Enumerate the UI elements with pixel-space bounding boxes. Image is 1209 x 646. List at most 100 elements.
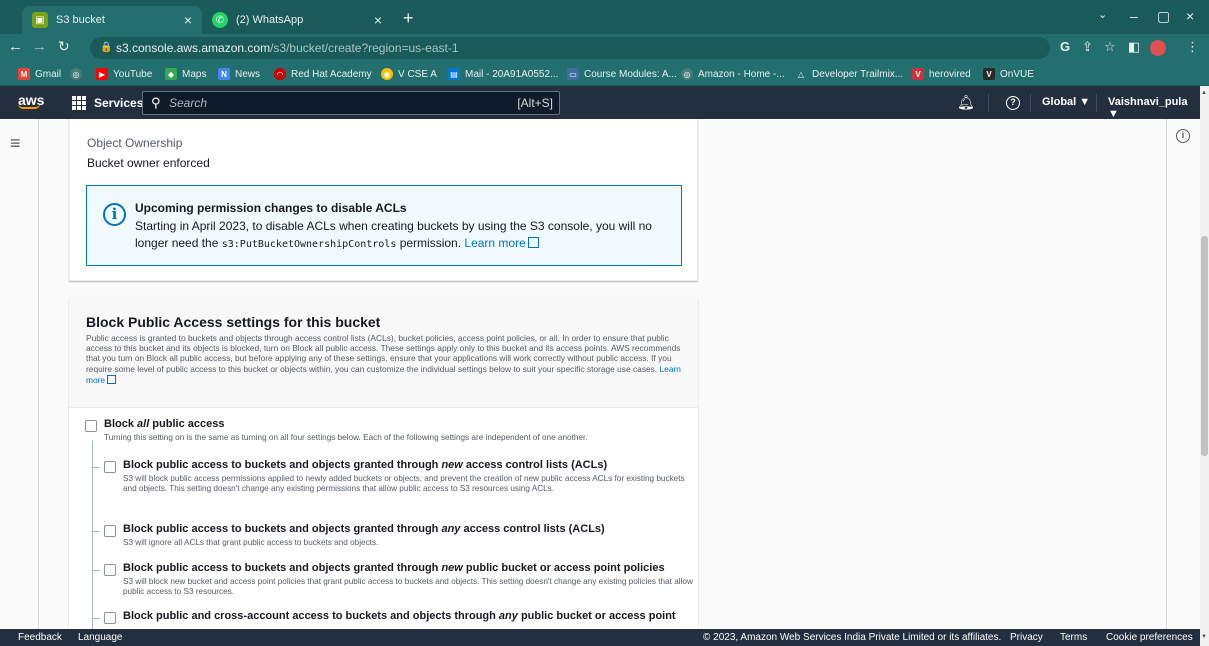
bookmark-gmail[interactable]: M Gmail [18,62,61,86]
s3-favicon: ▣ [32,12,48,28]
tree-branch [92,467,100,468]
tab-s3-bucket[interactable]: ▣ S3 bucket × [22,6,202,34]
services-menu-button[interactable]: Services [72,86,143,119]
block-new-acls-description: S3 will block public access permissions … [123,474,685,493]
bookmark-globe[interactable]: ◎ [70,62,87,86]
restore-icon[interactable]: ▢ [1157,8,1170,25]
learn-more-link[interactable]: Learn more [464,236,525,250]
back-icon[interactable]: ← [8,38,23,55]
globe-icon: ◎ [70,68,82,80]
bookmark-maps[interactable]: ◆ Maps [165,62,206,86]
whatsapp-favicon: ✆ [212,12,228,28]
block-all-description: Turning this setting on is the same as t… [104,433,588,442]
scrollbar-thumb[interactable] [1201,236,1208,456]
tree-branch [92,618,100,619]
block-any-policies-label[interactable]: Block public and cross-account access to… [123,610,676,622]
account-menu[interactable]: Vaishnavi_pula ▼ [1108,96,1200,120]
terms-link[interactable]: Terms [1060,632,1087,643]
profile-avatar[interactable] [1150,40,1166,56]
aws-logo[interactable]: aws [18,92,44,109]
block-any-policies-checkbox[interactable] [104,612,116,624]
browser-tabstrip: ▣ S3 bucket × ✆ (2) WhatsApp × + ⌄ – ▢ × [0,0,1209,34]
close-tab-icon[interactable]: × [184,12,192,28]
herovired-icon: V [912,68,924,80]
block-any-acls-label[interactable]: Block public access to buckets and objec… [123,523,605,535]
bookmark-trailmix[interactable]: △ Developer Trailmix... [795,62,903,86]
minimize-icon[interactable]: – [1130,8,1138,24]
console-footer: Feedback Language © 2023, Amazon Web Ser… [0,629,1200,646]
lock-icon: 🔒 [100,42,113,53]
block-all-label[interactable]: Block all public access [104,418,224,430]
notifications-bell-icon[interactable]: 🔔︎ [957,94,975,111]
google-icon[interactable]: G [1060,39,1070,54]
block-all-checkbox[interactable] [85,420,97,432]
bookmark-course[interactable]: ▭ Course Modules: A... [567,62,677,86]
outlook-icon: ▤ [448,68,460,80]
bookmark-mail[interactable]: ▤ Mail - 20A91A0552... [448,62,558,86]
header-divider [1030,94,1031,112]
search-icon: ⚲ [151,95,161,110]
forward-icon[interactable]: → [32,38,47,55]
info-panel-icon[interactable]: i [1176,129,1190,143]
block-any-acls-description: S3 will ignore all ACLs that grant publi… [123,538,379,547]
tree-branch [92,531,100,532]
search-shortcut: [Alt+S] [517,96,553,110]
aws-search-input[interactable]: ⚲ Search [Alt+S] [142,91,560,115]
tree-connector [92,441,93,629]
trailhead-icon: △ [795,68,807,80]
block-new-policies-checkbox[interactable] [104,564,116,576]
share-icon[interactable]: ⇪ [1082,39,1093,55]
acl-info-alert: i Upcoming permission changes to disable… [86,185,682,266]
cookie-preferences-link[interactable]: Cookie preferences [1106,632,1193,643]
reload-icon[interactable]: ↻ [58,38,70,55]
bookmark-onvue[interactable]: V OnVUE [983,62,1034,86]
block-public-access-title: Block Public Access settings for this bu… [86,314,381,330]
region-selector[interactable]: Global ▼ [1042,96,1090,108]
address-bar[interactable]: 🔒 s3.console.aws.amazon.com/s3/bucket/cr… [90,37,1050,59]
block-new-acls-label[interactable]: Block public access to buckets and objec… [123,459,607,471]
close-window-icon[interactable]: × [1186,8,1194,24]
object-ownership-value: Bucket owner enforced [87,156,210,170]
bookmark-redhat[interactable]: ◠ Red Hat Academy [274,62,372,86]
bookmark-youtube[interactable]: ▶ YouTube [96,62,152,86]
new-tab-icon[interactable]: + [403,8,414,29]
tab-title: S3 bucket [56,14,105,26]
search-placeholder: Search [169,96,208,110]
maps-icon: ◆ [165,68,177,80]
scroll-down-icon[interactable]: ▼ [1201,634,1207,640]
tab-title: (2) WhatsApp [236,14,304,26]
scroll-up-icon[interactable]: ▲ [1201,90,1207,96]
block-new-policies-label[interactable]: Block public access to buckets and objec… [123,562,665,574]
course-icon: ▭ [567,68,579,80]
bookmark-amazon[interactable]: ◎ Amazon - Home -... [681,62,785,86]
globe-icon: ◎ [681,68,693,80]
copyright-text: © 2023, Amazon Web Services India Privat… [703,632,1002,643]
youtube-icon: ▶ [96,68,108,80]
bookmark-star-icon[interactable]: ☆ [1104,39,1116,55]
tab-search-icon[interactable]: ⌄ [1098,8,1107,21]
feedback-link[interactable]: Feedback [18,632,62,643]
block-new-acls-checkbox[interactable] [104,461,116,473]
permission-code: s3:PutBucketOwnershipControls [221,239,397,250]
sidepanel-icon[interactable]: ◧ [1128,39,1140,55]
block-public-access-description: Public access is granted to buckets and … [86,333,681,385]
block-new-policies-description: S3 will block new bucket and access poin… [123,577,693,596]
block-any-acls-checkbox[interactable] [104,525,116,537]
tab-whatsapp[interactable]: ✆ (2) WhatsApp × [202,6,392,34]
bookmark-vcse[interactable]: ◉ V CSE A [381,62,437,86]
help-icon[interactable]: ? [1006,96,1020,110]
language-link[interactable]: Language [78,632,123,643]
browser-menu-icon[interactable]: ⋮ [1186,39,1199,55]
bookmark-herovired[interactable]: Vherovired [912,62,971,86]
info-icon: i [103,203,126,226]
console-main: ≡ i Object Ownership Bucket owner enforc… [0,119,1200,629]
redhat-icon: ◠ [274,68,286,80]
object-ownership-label: Object Ownership [87,136,183,150]
bookmark-news[interactable]: N News [218,62,260,86]
nav-divider [38,119,39,629]
close-tab-icon[interactable]: × [374,12,382,28]
privacy-link[interactable]: Privacy [1010,632,1043,643]
tree-branch [92,570,100,571]
hamburger-menu-icon[interactable]: ≡ [10,133,21,154]
page-scrollbar[interactable]: ▲ ▼ [1200,86,1209,646]
